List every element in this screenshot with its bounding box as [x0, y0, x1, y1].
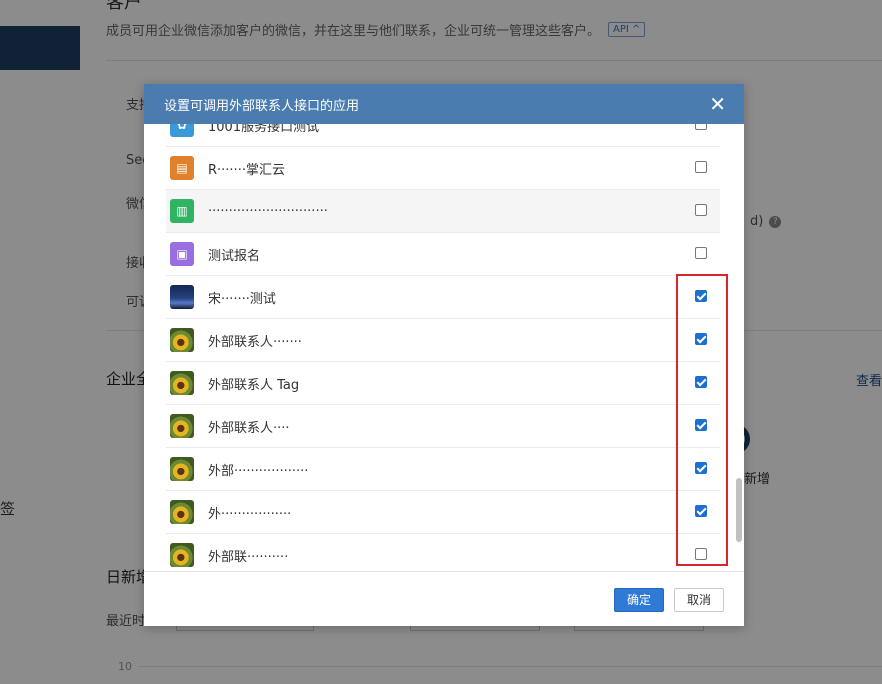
app-checkbox[interactable]	[695, 124, 707, 130]
app-checkbox[interactable]	[695, 290, 707, 302]
app-icon	[170, 328, 194, 352]
app-name: R·······掌汇云	[208, 162, 285, 178]
app-name: 测试报名	[208, 248, 261, 264]
app-icon	[170, 500, 194, 524]
app-row[interactable]: ▥ ·····························	[166, 190, 720, 233]
app-checkbox[interactable]	[695, 462, 707, 474]
app-checkbox[interactable]	[695, 419, 707, 431]
dialog-title: 设置可调用外部联系人接口的应用	[164, 98, 360, 114]
app-icon	[170, 371, 194, 395]
app-checkbox[interactable]	[695, 505, 707, 517]
app-name: 外部联系人·······	[208, 334, 302, 350]
cancel-button[interactable]: 取消	[674, 588, 725, 612]
app-name: 外部联··········	[208, 549, 289, 565]
close-icon[interactable]: ✕	[709, 94, 726, 114]
app-name: 宋·······测试	[208, 291, 276, 307]
app-icon: ✿	[170, 124, 194, 137]
app-list: ✿ 1001服务接口测试 ▤ R·······掌汇云 ▥ ················…	[166, 124, 720, 571]
app-permission-dialog: 设置可调用外部联系人接口的应用 ✕ ✿ 1001服务接口测试 ▤ R·······掌汇…	[144, 84, 744, 626]
app-row[interactable]: ✿ 1001服务接口测试	[166, 124, 720, 147]
app-row[interactable]: 外部联系人····	[166, 405, 720, 448]
app-checkbox[interactable]	[695, 161, 707, 173]
app-checkbox[interactable]	[695, 548, 707, 560]
app-checkbox[interactable]	[695, 247, 707, 259]
app-icon: ▣	[170, 242, 194, 266]
app-icon	[170, 543, 194, 567]
app-name: 外部联系人 Tag	[208, 377, 300, 393]
app-icon: ▤	[170, 156, 194, 180]
app-icon	[170, 285, 194, 309]
app-name: 1001服务接口测试	[208, 124, 320, 135]
app-row[interactable]: ▣ 测试报名	[166, 233, 720, 276]
app-checkbox[interactable]	[695, 376, 707, 388]
app-name: ·····························	[208, 203, 328, 219]
app-row[interactable]: ▤ R·······掌汇云	[166, 147, 720, 190]
app-row[interactable]: 外部联··········	[166, 534, 720, 571]
app-icon	[170, 414, 194, 438]
app-row[interactable]: 外部联系人·······	[166, 319, 720, 362]
scrollbar-thumb[interactable]	[736, 478, 742, 542]
dialog-footer: 确定 取消	[144, 571, 744, 626]
app-row[interactable]: 宋·······测试	[166, 276, 720, 319]
app-checkbox[interactable]	[695, 204, 707, 216]
app-row[interactable]: 外部联系人 Tag	[166, 362, 720, 405]
app-name: 外部··················	[208, 463, 309, 479]
app-name: 外部联系人····	[208, 420, 290, 436]
dialog-header: 设置可调用外部联系人接口的应用 ✕	[144, 84, 744, 124]
app-list-viewport[interactable]: ✿ 1001服务接口测试 ▤ R·······掌汇云 ▥ ················…	[166, 124, 720, 571]
app-checkbox[interactable]	[695, 333, 707, 345]
app-icon: ▥	[170, 199, 194, 223]
confirm-button[interactable]: 确定	[614, 588, 665, 612]
app-icon	[170, 457, 194, 481]
app-row[interactable]: 外·················	[166, 491, 720, 534]
app-name: 外·················	[208, 506, 292, 522]
app-row[interactable]: 外部··················	[166, 448, 720, 491]
